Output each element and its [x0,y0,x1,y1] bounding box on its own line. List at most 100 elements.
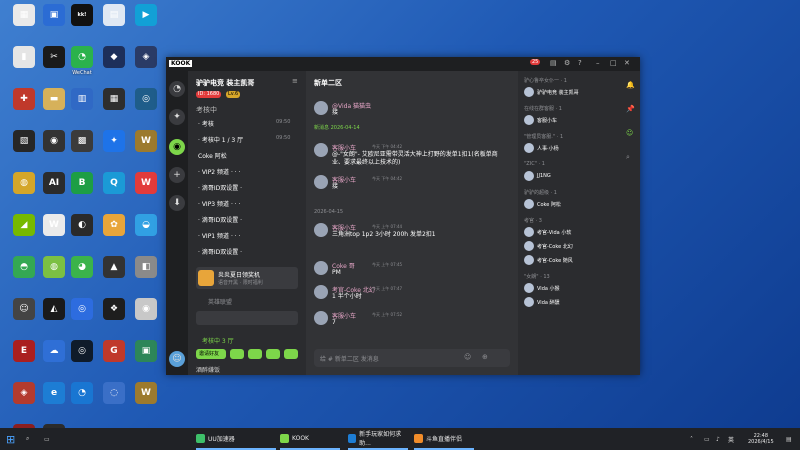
desktop-icon[interactable]: ◈ [130,46,162,86]
members-icon[interactable]: ☺ [626,129,633,137]
notification-badge[interactable]: 25 [530,59,541,65]
voice-card[interactable]: 炎炎夏日领奖机 语音开黑 · 限时福利 [196,267,298,289]
desktop-icon[interactable]: ◎ [66,298,98,338]
desktop-icon[interactable]: ✿ [98,214,130,254]
desktop-icon[interactable]: ☺ [8,298,40,338]
download-icon[interactable]: ⬇ [169,195,185,211]
desktop-icon[interactable]: ◌ [98,382,130,422]
help-icon[interactable]: ? [578,59,582,67]
desktop-icon[interactable]: ◕ [66,256,98,296]
search-icon[interactable]: ⌕ [26,428,29,450]
bell-icon[interactable]: 🔔 [626,81,635,89]
desktop-icon[interactable]: Q [98,172,130,212]
member-item[interactable]: Vida 小猴 [524,283,618,295]
user-avatar[interactable]: ☺ [169,351,185,367]
member-item[interactable]: 驴驴电竞 装主凯哥 [524,87,618,99]
hangup-button[interactable] [284,349,298,359]
desktop-icon[interactable]: ▲ [98,256,130,296]
desktop-icon[interactable]: ◒ [130,214,162,254]
desktop-icon[interactable]: ◔ [66,382,98,422]
desktop-icon[interactable]: E [8,340,40,380]
member-item[interactable]: 考官-Vida 小软 [524,227,618,239]
taskbar-app-kook[interactable]: KOOK [280,428,340,450]
avatar[interactable] [314,223,328,237]
desktop-icon[interactable]: ▤ [98,4,130,44]
member-item[interactable]: Vida 醉醺 [524,297,618,309]
discover-icon[interactable]: ✦ [169,109,185,125]
member-item[interactable]: 人事·小杨 [524,143,618,155]
tray-chevron-icon[interactable]: ˄ [690,428,693,450]
desktop-icon[interactable]: W [130,172,162,212]
desktop-icon[interactable]: W [130,130,162,170]
channel-item[interactable]: · 滴哥ID双设置 · [198,183,298,192]
invite-button[interactable]: 邀请好友 [196,349,226,359]
channel-item[interactable]: Coke 阿松 [198,151,298,160]
desktop-icon[interactable]: ✚ [8,88,40,128]
server-avatar[interactable]: ◉ [169,139,185,155]
clock[interactable]: 22:48 2026/4/15 [748,428,774,450]
member-item[interactable]: JJ1NG [524,171,618,183]
avatar[interactable] [314,101,328,115]
home-icon[interactable]: ◔ [169,81,185,97]
desktop-icon[interactable]: B [66,172,98,212]
desktop-icon[interactable]: W [130,382,162,422]
screen-share-button[interactable] [248,349,262,359]
desktop-icon[interactable]: G [98,340,130,380]
desktop-icon[interactable]: ✦ [98,130,130,170]
desktop-icon[interactable]: ◎ [130,88,162,128]
start-button[interactable]: ⊞ [6,428,15,450]
channel-item[interactable]: · 滴哥ID双设置 · [198,215,298,224]
server-name[interactable]: 驴驴电竞 装主凯哥 [196,78,254,88]
channel-item[interactable]: · 滴哥ID双设置 · [198,247,298,256]
emoji-icon[interactable]: ☺ [464,353,471,361]
desktop-icon[interactable]: ◈ [8,382,40,422]
desktop-icon[interactable]: ▣ [130,340,162,380]
network-icon[interactable]: ▭ [704,428,710,450]
channel-item[interactable]: · VIP1 频道 · · · [198,231,298,240]
title-bar[interactable]: KOOK 25 ▤ ⚙ ? – □ ✕ [166,57,640,71]
menu-icon[interactable]: ≡ [292,77,298,85]
group-title[interactable]: 考核中 [196,105,217,115]
channel-item[interactable]: · VIP2 频道 · · · [198,167,298,176]
settings-icon[interactable]: ⚙ [564,59,570,67]
pin-icon[interactable]: 📌 [626,105,635,113]
desktop-icon[interactable]: ◔ WeChat [66,46,98,86]
desktop-icon[interactable]: ❖ [98,298,130,338]
minimize-icon[interactable]: – [596,59,600,67]
desktop-icon[interactable]: ◐ [66,214,98,254]
taskbar-app-browser[interactable]: 新手玩家如何求助... [348,428,408,450]
channel-item[interactable]: · VIP3 频道 · · · [198,199,298,208]
volume-icon[interactable]: ♪ [716,428,720,450]
notification-center-icon[interactable]: ▤ [786,428,792,450]
member-item[interactable]: 考官-Coke 北幻 [524,241,618,253]
avatar[interactable] [314,285,328,299]
attach-icon[interactable]: ⊕ [482,353,488,361]
taskbar-app-uu[interactable]: UU加速器 [196,428,276,450]
desktop-icon[interactable]: ◧ [130,256,162,296]
desktop-icon[interactable]: ◆ [98,46,130,86]
avatar[interactable] [314,175,328,189]
lang-indicator[interactable]: 英 [728,428,734,450]
taskbar-app-douyu[interactable]: 斗鱼直播伴侣 [414,428,474,450]
box-icon[interactable]: ▤ [550,59,557,67]
member-item[interactable]: Coke 阿松 [524,199,618,211]
desktop-icon[interactable]: ◢ [8,214,40,254]
search-icon[interactable]: ⌕ [626,153,630,162]
desktop-icon[interactable]: ▮ [8,46,40,86]
member-item[interactable]: 考官-Coke 随风 [524,255,618,267]
close-icon[interactable]: ✕ [624,59,630,67]
desktop-icon[interactable]: kk! [66,4,98,44]
desktop-icon[interactable]: ◉ [130,298,162,338]
avatar[interactable] [314,261,328,275]
desktop-icon[interactable]: ▦ [8,4,40,44]
maximize-icon[interactable]: □ [610,59,617,67]
camera-button[interactable] [266,349,280,359]
desktop-icon[interactable]: ◍ [8,172,40,212]
desktop-icon[interactable]: ◎ [66,340,98,380]
channel-item[interactable]: · 考核 09:50 [198,119,298,128]
desktop-icon[interactable]: ▩ [66,130,98,170]
member-item[interactable]: 客服小车 [524,115,618,127]
channel-item[interactable]: · 考核中 1 / 3 厅 09:50 [198,135,298,144]
avatar[interactable] [314,311,328,325]
desktop-icon[interactable]: ◓ [8,256,40,296]
